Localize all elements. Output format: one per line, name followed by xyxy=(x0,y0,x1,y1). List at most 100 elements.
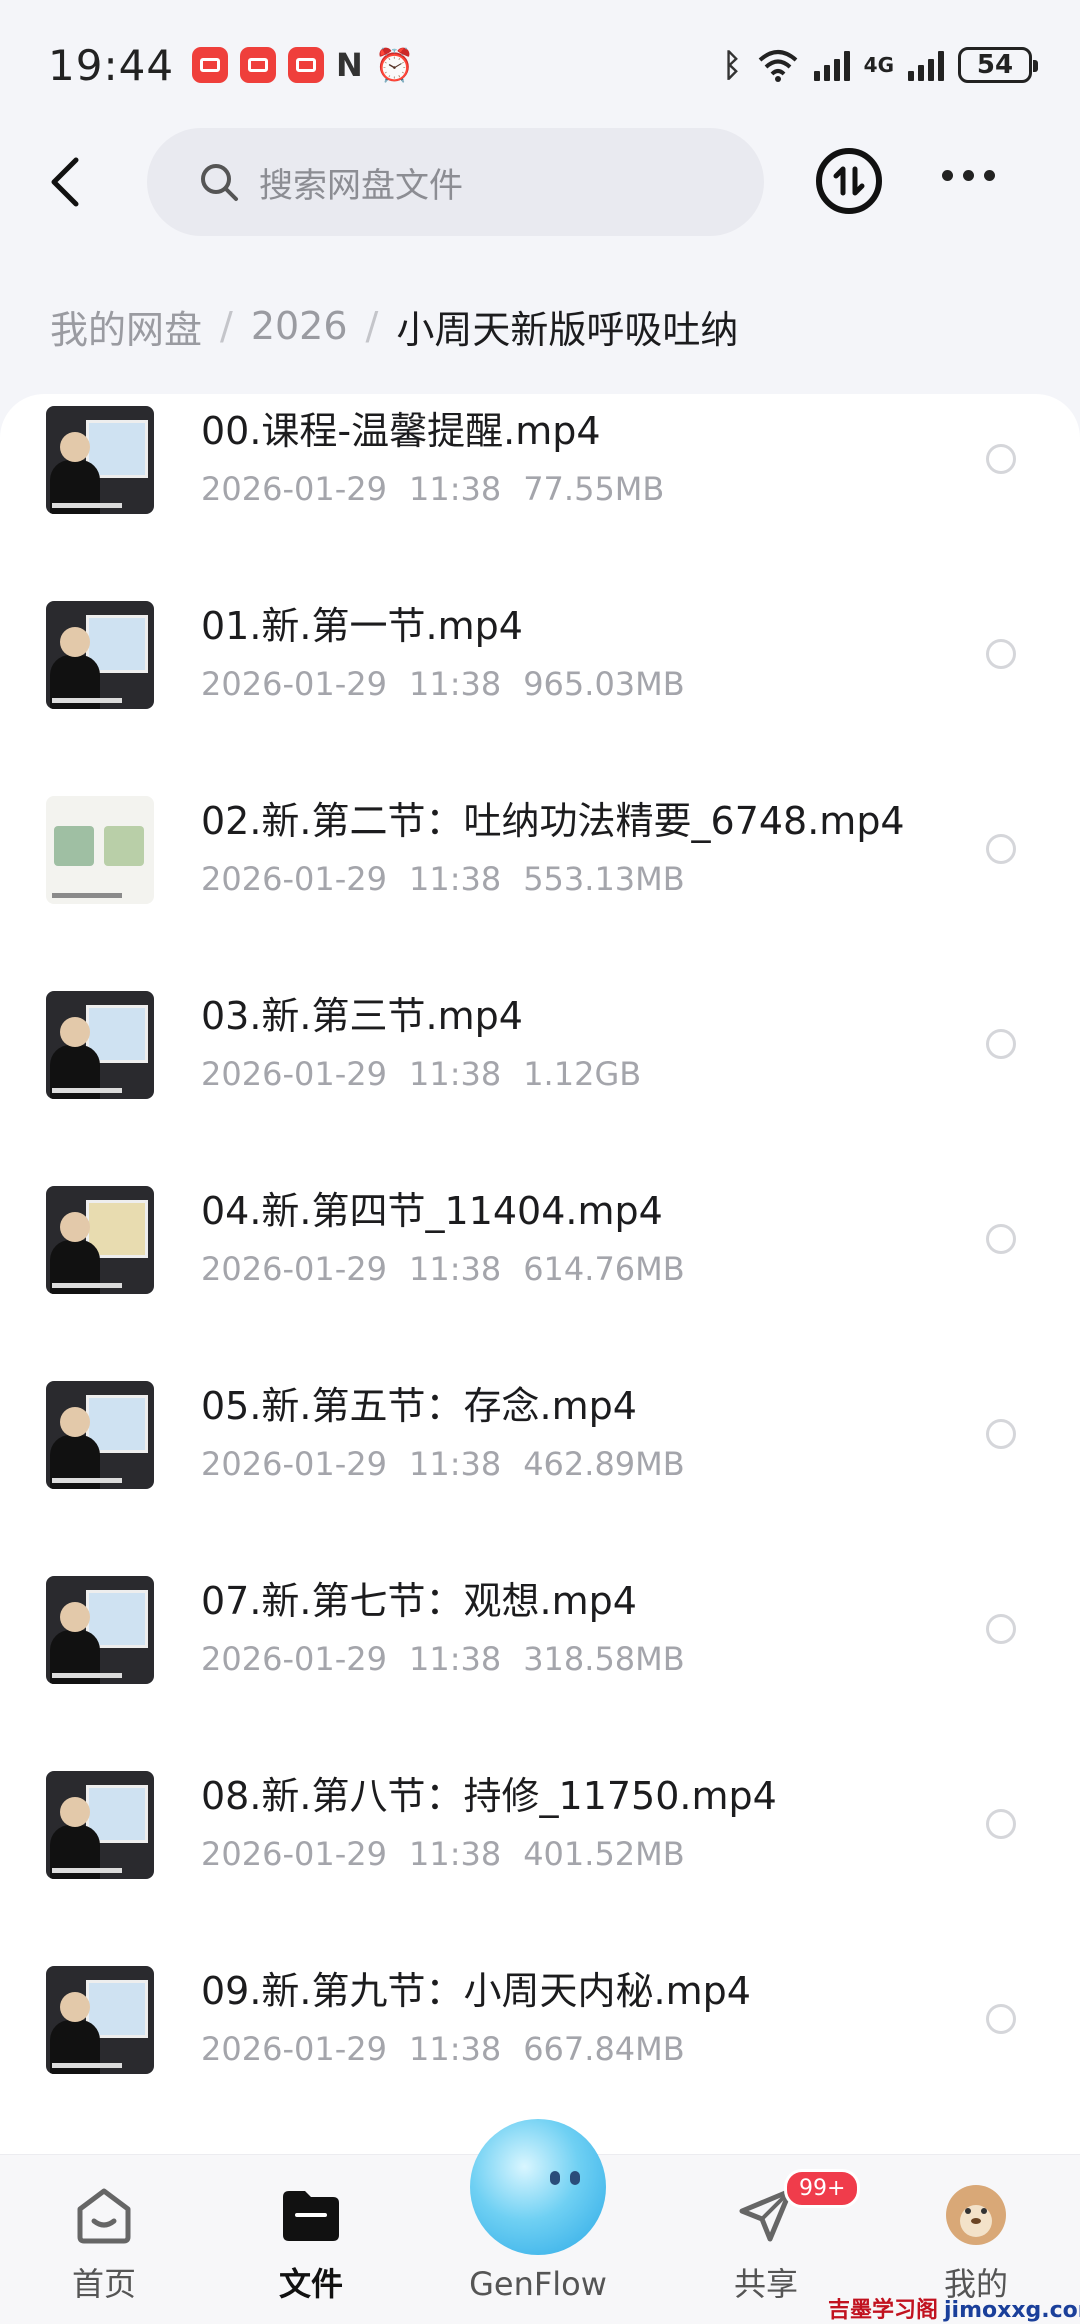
list-item[interactable]: 01.新.第一节.mp4 2026-01-29 11:38 965.03MB xyxy=(0,595,1080,790)
file-meta: 2026-01-29 11:38 965.03MB xyxy=(201,665,707,703)
status-bar: 19:44 N ⏰ ᛒ 4G 54 xyxy=(0,0,1080,130)
file-name: 01.新.第一节.mp4 xyxy=(201,604,523,648)
video-thumbnail xyxy=(46,406,154,514)
file-date: 2026-01-29 xyxy=(201,665,387,703)
file-time: 11:38 xyxy=(408,1055,502,1093)
huawei-store-icon xyxy=(192,47,229,83)
list-item[interactable]: 04.新.第四节_11404.mp4 2026-01-29 11:38 614.76… xyxy=(0,1180,1080,1375)
nav-label-files: 文件 xyxy=(278,2265,343,2303)
list-item[interactable]: 02.新.第二节：吐纳功法精要_6748.mp4 2026-01-29 11:38… xyxy=(0,790,1080,985)
file-time: 11:38 xyxy=(408,1250,502,1288)
file-time: 11:38 xyxy=(408,2030,502,2068)
nav-label-share: 共享 xyxy=(733,2265,798,2303)
file-time: 11:38 xyxy=(408,665,502,703)
file-meta: 2026-01-29 11:38 667.84MB xyxy=(201,2030,707,2068)
battery-indicator: 54 xyxy=(958,47,1038,83)
app-icon xyxy=(288,47,325,83)
select-checkbox[interactable] xyxy=(986,2004,1016,2034)
wifi-icon xyxy=(758,50,797,82)
file-time: 11:38 xyxy=(408,1640,502,1678)
nav-item-files[interactable]: 文件 xyxy=(241,2183,381,2305)
list-item[interactable]: 08.新.第八节：持修_11750.mp4 2026-01-29 11:38 401… xyxy=(0,1765,1080,1960)
nav-label-home: 首页 xyxy=(71,2265,136,2303)
file-date: 2026-01-29 xyxy=(201,1445,387,1483)
home-icon xyxy=(77,2188,131,2244)
breadcrumb-item-2026[interactable]: 2026 xyxy=(251,304,348,348)
file-name: 09.新.第九节：小周天内秘.mp4 xyxy=(201,1969,751,2013)
file-date: 2026-01-29 xyxy=(201,1640,387,1678)
file-date: 2026-01-29 xyxy=(201,470,387,508)
file-list: 00.课程-温馨提醒.mp4 2026-01-29 11:38 77.55MB 01… xyxy=(0,394,1080,2154)
nav-label-genflow: GenFlow xyxy=(469,2265,607,2303)
video-thumbnail xyxy=(46,796,154,904)
battery-level: 54 xyxy=(976,50,1014,80)
select-checkbox[interactable] xyxy=(986,444,1016,474)
file-name: 03.新.第三节.mp4 xyxy=(201,994,523,1038)
network-type: 4G xyxy=(863,53,894,77)
video-thumbnail xyxy=(46,991,154,1099)
watermark: 吉墨学习阁jimoxxg.com xyxy=(828,2292,1080,2324)
huawei-store-icon xyxy=(240,47,277,83)
file-name: 00.课程-温馨提醒.mp4 xyxy=(201,409,601,453)
select-checkbox[interactable] xyxy=(986,834,1016,864)
notification-icons: N ⏰ xyxy=(192,46,415,84)
genflow-orb-icon[interactable] xyxy=(470,2119,606,2255)
nav-item-me[interactable]: 我的 xyxy=(906,2183,1046,2305)
file-date: 2026-01-29 xyxy=(201,860,387,898)
search-icon xyxy=(201,164,238,201)
search-placeholder: 搜索网盘文件 xyxy=(259,165,463,206)
nav-item-genflow[interactable]: GenFlow xyxy=(468,2265,608,2303)
nfc-icon: N xyxy=(336,46,363,84)
breadcrumb-item-my-drive[interactable]: 我的网盘 xyxy=(50,299,202,354)
video-thumbnail xyxy=(46,1381,154,1489)
select-checkbox[interactable] xyxy=(986,1224,1016,1254)
file-name: 08.新.第八节：持修_11750.mp4 xyxy=(201,1774,777,1818)
video-thumbnail xyxy=(46,1966,154,2074)
search-input[interactable]: 搜索网盘文件 xyxy=(147,128,764,236)
file-size: 553.13MB xyxy=(523,860,685,898)
status-time: 19:44 xyxy=(48,40,175,90)
select-checkbox[interactable] xyxy=(986,1809,1016,1839)
breadcrumb: 我的网盘 / 2026 / 小周天新版呼吸吐纳 xyxy=(50,296,738,356)
file-size: 1.12GB xyxy=(523,1055,642,1093)
file-time: 11:38 xyxy=(408,1835,502,1873)
file-size: 462.89MB xyxy=(523,1445,685,1483)
file-meta: 2026-01-29 11:38 553.13MB xyxy=(201,860,707,898)
file-date: 2026-01-29 xyxy=(201,2030,387,2068)
back-arrow-icon[interactable] xyxy=(40,154,96,210)
more-options-icon[interactable] xyxy=(942,170,995,181)
nav-item-home[interactable]: 首页 xyxy=(34,2183,174,2305)
list-item[interactable]: 03.新.第三节.mp4 2026-01-29 11:38 1.12GB xyxy=(0,985,1080,1180)
signal-icon xyxy=(813,49,850,81)
file-size: 77.55MB xyxy=(523,470,665,508)
select-checkbox[interactable] xyxy=(986,1614,1016,1644)
file-name: 04.新.第四节_11404.mp4 xyxy=(201,1189,663,1233)
video-thumbnail xyxy=(46,1186,154,1294)
system-status: ᛒ 4G 54 xyxy=(722,46,1038,84)
top-bar: 搜索网盘文件 xyxy=(0,126,1080,238)
breadcrumb-separator: / xyxy=(365,304,379,348)
alarm-icon: ⏰ xyxy=(374,46,415,84)
select-checkbox[interactable] xyxy=(986,1029,1016,1059)
file-name: 02.新.第二节：吐纳功法精要_6748.mp4 xyxy=(201,799,905,843)
share-count-badge: 99+ xyxy=(784,2169,861,2208)
file-time: 11:38 xyxy=(408,1445,502,1483)
list-item[interactable]: 05.新.第五节：存念.mp4 2026-01-29 11:38 462.89MB xyxy=(0,1375,1080,1570)
watermark-domain: jimoxxg.com xyxy=(944,2298,1080,2323)
list-item[interactable]: 00.课程-温馨提醒.mp4 2026-01-29 11:38 77.55MB xyxy=(0,400,1080,595)
file-meta: 2026-01-29 11:38 614.76MB xyxy=(201,1250,707,1288)
file-date: 2026-01-29 xyxy=(201,1250,387,1288)
watermark-text: 吉墨学习阁 xyxy=(828,2298,939,2323)
folder-icon xyxy=(283,2191,339,2241)
bluetooth-icon: ᛒ xyxy=(722,46,742,84)
signal-icon xyxy=(908,49,944,81)
file-size: 667.84MB xyxy=(523,2030,685,2068)
select-checkbox[interactable] xyxy=(986,639,1016,669)
file-size: 965.03MB xyxy=(523,665,685,703)
select-checkbox[interactable] xyxy=(986,1419,1016,1449)
video-thumbnail xyxy=(46,1576,154,1684)
breadcrumb-current-folder: 小周天新版呼吸吐纳 xyxy=(396,307,739,352)
list-item[interactable]: 07.新.第七节：观想.mp4 2026-01-29 11:38 318.58MB xyxy=(0,1570,1080,1765)
file-date: 2026-01-29 xyxy=(201,1835,387,1873)
transfer-button[interactable] xyxy=(816,148,882,214)
